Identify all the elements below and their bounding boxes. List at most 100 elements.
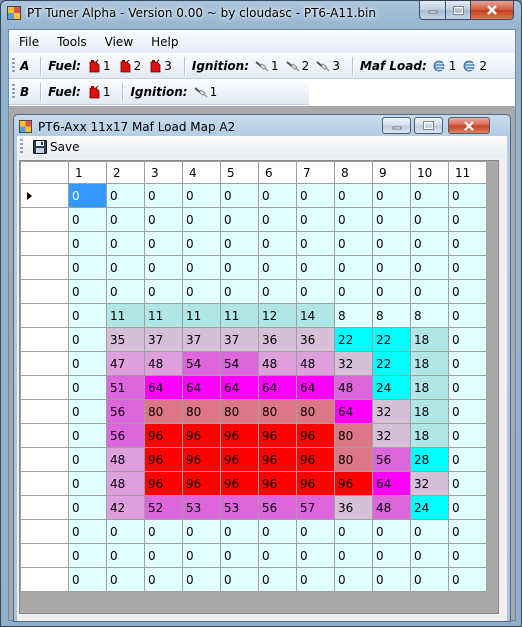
grid-cell[interactable]: 0	[68, 519, 107, 544]
grid-cell[interactable]: 48	[106, 471, 145, 496]
maximize-button[interactable]	[445, 1, 471, 20]
grid-cell[interactable]: 80	[182, 399, 221, 424]
grid-cell[interactable]: 96	[334, 471, 373, 496]
grid-cell[interactable]: 0	[372, 231, 411, 256]
column-header-10[interactable]: 10	[410, 161, 449, 184]
grid-cell[interactable]: 0	[448, 231, 487, 256]
title-bar[interactable]: PT Tuner Alpha - Version 0.00 ~ by cloud…	[1, 1, 521, 27]
grid-cell[interactable]: 80	[334, 423, 373, 448]
grid-cell[interactable]: 32	[334, 351, 373, 376]
grid-cell[interactable]: 56	[372, 447, 411, 472]
row-header[interactable]	[20, 351, 69, 376]
grid-cell[interactable]: 0	[68, 567, 107, 592]
grid-cell[interactable]: 36	[258, 327, 297, 352]
grid-cell[interactable]: 0	[334, 183, 373, 208]
grid-cell[interactable]: 0	[296, 231, 335, 256]
grid-cell[interactable]: 96	[144, 447, 183, 472]
grid-cell[interactable]: 32	[372, 399, 411, 424]
grid-cell[interactable]: 80	[334, 447, 373, 472]
row-header[interactable]	[20, 207, 69, 232]
minimize-button[interactable]	[419, 1, 446, 20]
grid-cell[interactable]: 11	[182, 303, 221, 328]
grid-cell[interactable]: 0	[448, 303, 487, 328]
grid-cell[interactable]: 32	[410, 471, 449, 496]
grid-cell[interactable]: 96	[182, 471, 221, 496]
grid-cell[interactable]: 0	[372, 567, 411, 592]
grid-cell[interactable]: 0	[106, 279, 145, 304]
grid-cell[interactable]: 36	[334, 495, 373, 520]
grid-cell[interactable]: 64	[144, 375, 183, 400]
grid-cell[interactable]: 0	[448, 399, 487, 424]
grid-cell[interactable]: 64	[334, 399, 373, 424]
grid-cell[interactable]: 51	[106, 375, 145, 400]
grid-cell[interactable]: 0	[410, 183, 449, 208]
row-header[interactable]	[20, 447, 69, 472]
grid-cell[interactable]: 0	[448, 207, 487, 232]
grid-cell[interactable]: 0	[258, 519, 297, 544]
grid-cell[interactable]: 0	[182, 231, 221, 256]
grid-cell[interactable]: 0	[448, 471, 487, 496]
grid-cell[interactable]: 0	[334, 231, 373, 256]
column-header-4[interactable]: 4	[182, 161, 221, 184]
grid-cell[interactable]: 48	[258, 351, 297, 376]
grid-cell[interactable]: 52	[144, 495, 183, 520]
grid-cell[interactable]: 0	[182, 207, 221, 232]
grid-cell[interactable]: 0	[106, 519, 145, 544]
grid-cell[interactable]: 0	[296, 543, 335, 568]
row-header[interactable]	[20, 303, 69, 328]
grid-cell[interactable]: 0	[68, 375, 107, 400]
grid-cell[interactable]: 0	[106, 231, 145, 256]
grid-cell[interactable]: 96	[258, 447, 297, 472]
grid-cell[interactable]: 48	[144, 351, 183, 376]
grid-cell[interactable]: 0	[448, 567, 487, 592]
row-header[interactable]	[20, 567, 69, 592]
grid-cell[interactable]: 96	[258, 423, 297, 448]
a-maf-load-button-1[interactable]: 1	[433, 59, 456, 73]
grid-cell[interactable]: 0	[68, 303, 107, 328]
row-header[interactable]	[20, 423, 69, 448]
grid-cell[interactable]: 56	[106, 399, 145, 424]
grid-cell[interactable]: 0	[220, 255, 259, 280]
row-header[interactable]	[20, 255, 69, 280]
column-header-1[interactable]: 1	[68, 161, 107, 184]
grid-cell[interactable]: 0	[182, 255, 221, 280]
grid-cell[interactable]: 0	[106, 207, 145, 232]
grid-cell[interactable]: 8	[372, 303, 411, 328]
grid-cell[interactable]: 0	[448, 375, 487, 400]
grid-cell[interactable]: 0	[296, 255, 335, 280]
grid-cell[interactable]: 0	[220, 207, 259, 232]
a-fuel-button-3[interactable]: 3	[148, 59, 172, 73]
grid-cell[interactable]: 12	[258, 303, 297, 328]
column-header-3[interactable]: 3	[144, 161, 183, 184]
grid-cell[interactable]: 22	[372, 327, 411, 352]
grid-cell[interactable]: 80	[220, 399, 259, 424]
grid-cell[interactable]: 0	[334, 279, 373, 304]
grid-cell[interactable]: 8	[334, 303, 373, 328]
child-maximize-button[interactable]	[414, 117, 443, 134]
row-header[interactable]	[20, 279, 69, 304]
column-header-6[interactable]: 6	[258, 161, 297, 184]
grid-cell[interactable]: 35	[106, 327, 145, 352]
grid-cell[interactable]: 0	[296, 567, 335, 592]
grid-cell[interactable]: 0	[334, 207, 373, 232]
grid-cell[interactable]: 96	[296, 471, 335, 496]
grid-cell[interactable]: 0	[258, 183, 297, 208]
grid-cell[interactable]: 22	[334, 327, 373, 352]
grid-cell[interactable]: 0	[182, 543, 221, 568]
grid-cell[interactable]: 0	[334, 567, 373, 592]
grid-cell[interactable]: 56	[258, 495, 297, 520]
grid-cell[interactable]: 0	[144, 543, 183, 568]
grid-cell[interactable]: 11	[220, 303, 259, 328]
grid-cell[interactable]: 0	[182, 279, 221, 304]
grid-cell[interactable]: 0	[258, 207, 297, 232]
grid-cell[interactable]: 0	[144, 567, 183, 592]
grid-cell[interactable]: 8	[410, 303, 449, 328]
grid-cell[interactable]: 47	[106, 351, 145, 376]
grid-cell[interactable]: 0	[372, 183, 411, 208]
grid-cell[interactable]: 18	[410, 423, 449, 448]
grid-cell[interactable]: 0	[220, 519, 259, 544]
grid-cell[interactable]: 0	[410, 543, 449, 568]
grid-cell[interactable]: 0	[258, 543, 297, 568]
grid-cell[interactable]: 48	[106, 447, 145, 472]
grid-cell[interactable]: 0	[144, 231, 183, 256]
